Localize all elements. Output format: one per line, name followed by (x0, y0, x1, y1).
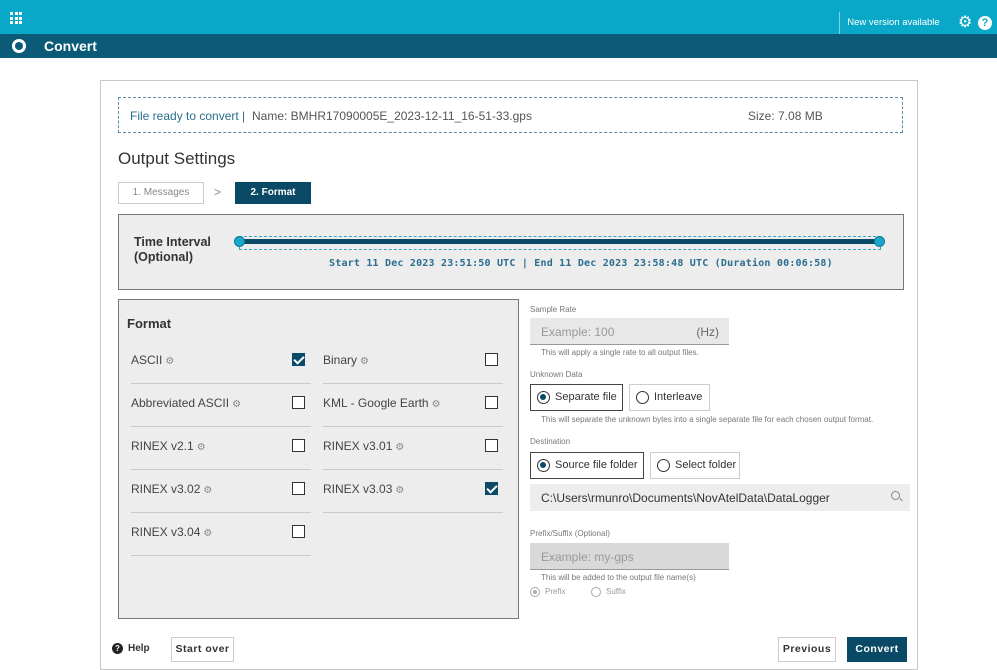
title-bar: Convert (0, 34, 997, 58)
format-title: Format (127, 316, 172, 331)
time-slider-end-handle[interactable] (874, 236, 885, 247)
radio-source-file-folder[interactable]: Source file folder (530, 452, 644, 479)
checkbox-rinex-v3-03[interactable] (485, 482, 498, 495)
checkbox-rinex-v2-1[interactable] (292, 439, 305, 452)
gear-icon[interactable]: ⚙ (958, 15, 972, 31)
sample-rate-input[interactable]: Example: 100 (Hz) (530, 318, 729, 345)
help-icon: ? (112, 643, 123, 654)
step-format[interactable]: 2. Format (235, 182, 311, 204)
format-label: RINEX v2.1 (131, 439, 194, 453)
gear-icon[interactable]: ⚙ (165, 356, 174, 367)
time-interval-panel: Time Interval (Optional) Start 11 Dec 20… (118, 214, 904, 290)
unknown-data-label: Unknown Data (530, 370, 583, 379)
radio-label: Separate file (555, 391, 617, 403)
page-title: Convert (44, 38, 97, 54)
gear-icon[interactable]: ⚙ (203, 485, 212, 496)
file-size: Size: 7.08 MB (748, 109, 823, 123)
format-item-rinex-v2-1: RINEX v2.1 ⚙ (131, 427, 311, 470)
checkbox-abbreviated-ascii[interactable] (292, 396, 305, 409)
step-messages[interactable]: 1. Messages (118, 182, 204, 204)
radio-label: Prefix (545, 587, 566, 597)
format-item-rinex-v3-01: RINEX v3.01 ⚙ (323, 427, 503, 470)
format-item-binary: Binary ⚙ (323, 341, 503, 384)
gear-icon[interactable]: ⚙ (203, 528, 212, 539)
gear-icon[interactable]: ⚙ (395, 442, 404, 453)
gear-icon[interactable]: ⚙ (360, 356, 369, 367)
convert-button[interactable]: Convert (847, 637, 907, 662)
checkbox-kml-google-earth[interactable] (485, 396, 498, 409)
gear-icon[interactable]: ⚙ (197, 442, 206, 453)
radio-suffix[interactable]: Suffix (591, 587, 626, 597)
checkbox-ascii[interactable] (292, 353, 305, 366)
format-label: KML - Google Earth (323, 396, 429, 410)
unknown-data-note: This will separate the unknown bytes int… (541, 415, 874, 424)
sample-rate-unit: (Hz) (696, 325, 719, 339)
format-label: RINEX v3.02 (131, 482, 201, 496)
format-label: Binary (323, 353, 358, 367)
checkbox-rinex-v3-02[interactable] (292, 482, 305, 495)
prefix-suffix-placeholder: Example: my-gps (541, 550, 634, 564)
format-label: Abbreviated ASCII (131, 396, 230, 410)
prefix-suffix-label: Prefix/Suffix (Optional) (530, 529, 610, 538)
top-bar: New version available ⚙ ? (0, 0, 997, 34)
sample-rate-note: This will apply a single rate to all out… (541, 348, 699, 357)
file-info-box: File ready to convert | Name: BMHR170900… (118, 97, 903, 133)
destination-path-input[interactable]: C:\Users\rmunro\Documents\NovAtelData\Da… (530, 484, 910, 511)
previous-button[interactable]: Previous (778, 637, 836, 662)
time-range-text: Start 11 Dec 2023 23:51:50 UTC | End 11 … (329, 258, 833, 269)
convert-card: File ready to convert | Name: BMHR170900… (100, 80, 918, 670)
format-label: RINEX v3.01 (323, 439, 393, 453)
chevron-right-icon: > (214, 185, 222, 199)
format-label: ASCII (131, 353, 163, 367)
format-label: RINEX v3.04 (131, 525, 201, 539)
gear-icon[interactable]: ⚙ (395, 485, 404, 496)
format-item-ascii: ASCII ⚙ (131, 341, 311, 384)
destination-path-value: C:\Users\rmunro\Documents\NovAtelData\Da… (541, 491, 830, 505)
checkbox-rinex-v3-04[interactable] (292, 525, 305, 538)
destination-label: Destination (530, 437, 571, 446)
radio-label: Source file folder (555, 459, 638, 471)
search-icon[interactable] (891, 491, 900, 500)
new-version-link[interactable]: New version available (839, 12, 947, 34)
radio-separate-file[interactable]: Separate file (530, 384, 623, 411)
prefix-suffix-input[interactable]: Example: my-gps (530, 543, 729, 570)
start-over-button[interactable]: Start over (171, 637, 234, 662)
sample-rate-placeholder: Example: 100 (541, 325, 615, 339)
radio-label: Suffix (606, 587, 626, 597)
radio-prefix[interactable]: Prefix (530, 587, 565, 597)
output-settings-title: Output Settings (118, 149, 236, 168)
app-grid-icon[interactable] (10, 12, 22, 24)
checkbox-binary[interactable] (485, 353, 498, 366)
format-item-kml-google-earth: KML - Google Earth ⚙ (323, 384, 503, 427)
radio-label: Select folder (675, 459, 737, 471)
app-logo-icon (12, 39, 26, 53)
format-item-rinex-v3-02: RINEX v3.02 ⚙ (131, 470, 311, 513)
time-interval-label: Time Interval (Optional) (134, 235, 211, 264)
radio-label: Interleave (654, 391, 703, 403)
radio-select-folder[interactable]: Select folder (650, 452, 740, 479)
sample-rate-label: Sample Rate (530, 305, 577, 314)
file-status: File ready to convert | (130, 109, 246, 123)
file-name: Name: BMHR17090005E_2023-12-11_16-51-33.… (252, 109, 532, 123)
format-item-rinex-v3-04: RINEX v3.04 ⚙ (131, 513, 311, 556)
checkbox-rinex-v3-01[interactable] (485, 439, 498, 452)
time-slider-start-handle[interactable] (234, 236, 245, 247)
prefix-suffix-note: This will be added to the output file na… (541, 573, 696, 582)
help-link[interactable]: ? Help (112, 643, 150, 654)
help-icon[interactable]: ? (978, 16, 992, 30)
gear-icon[interactable]: ⚙ (432, 399, 441, 410)
format-item-abbreviated-ascii: Abbreviated ASCII ⚙ (131, 384, 311, 427)
format-label: RINEX v3.03 (323, 482, 393, 496)
help-label: Help (128, 643, 150, 655)
radio-interleave[interactable]: Interleave (629, 384, 710, 411)
gear-icon[interactable]: ⚙ (232, 399, 241, 410)
format-panel: Format ASCII ⚙ Abbreviated ASCII ⚙ RINEX v… (118, 299, 519, 619)
format-item-rinex-v3-03: RINEX v3.03 ⚙ (323, 470, 503, 513)
time-slider-range (241, 239, 881, 244)
